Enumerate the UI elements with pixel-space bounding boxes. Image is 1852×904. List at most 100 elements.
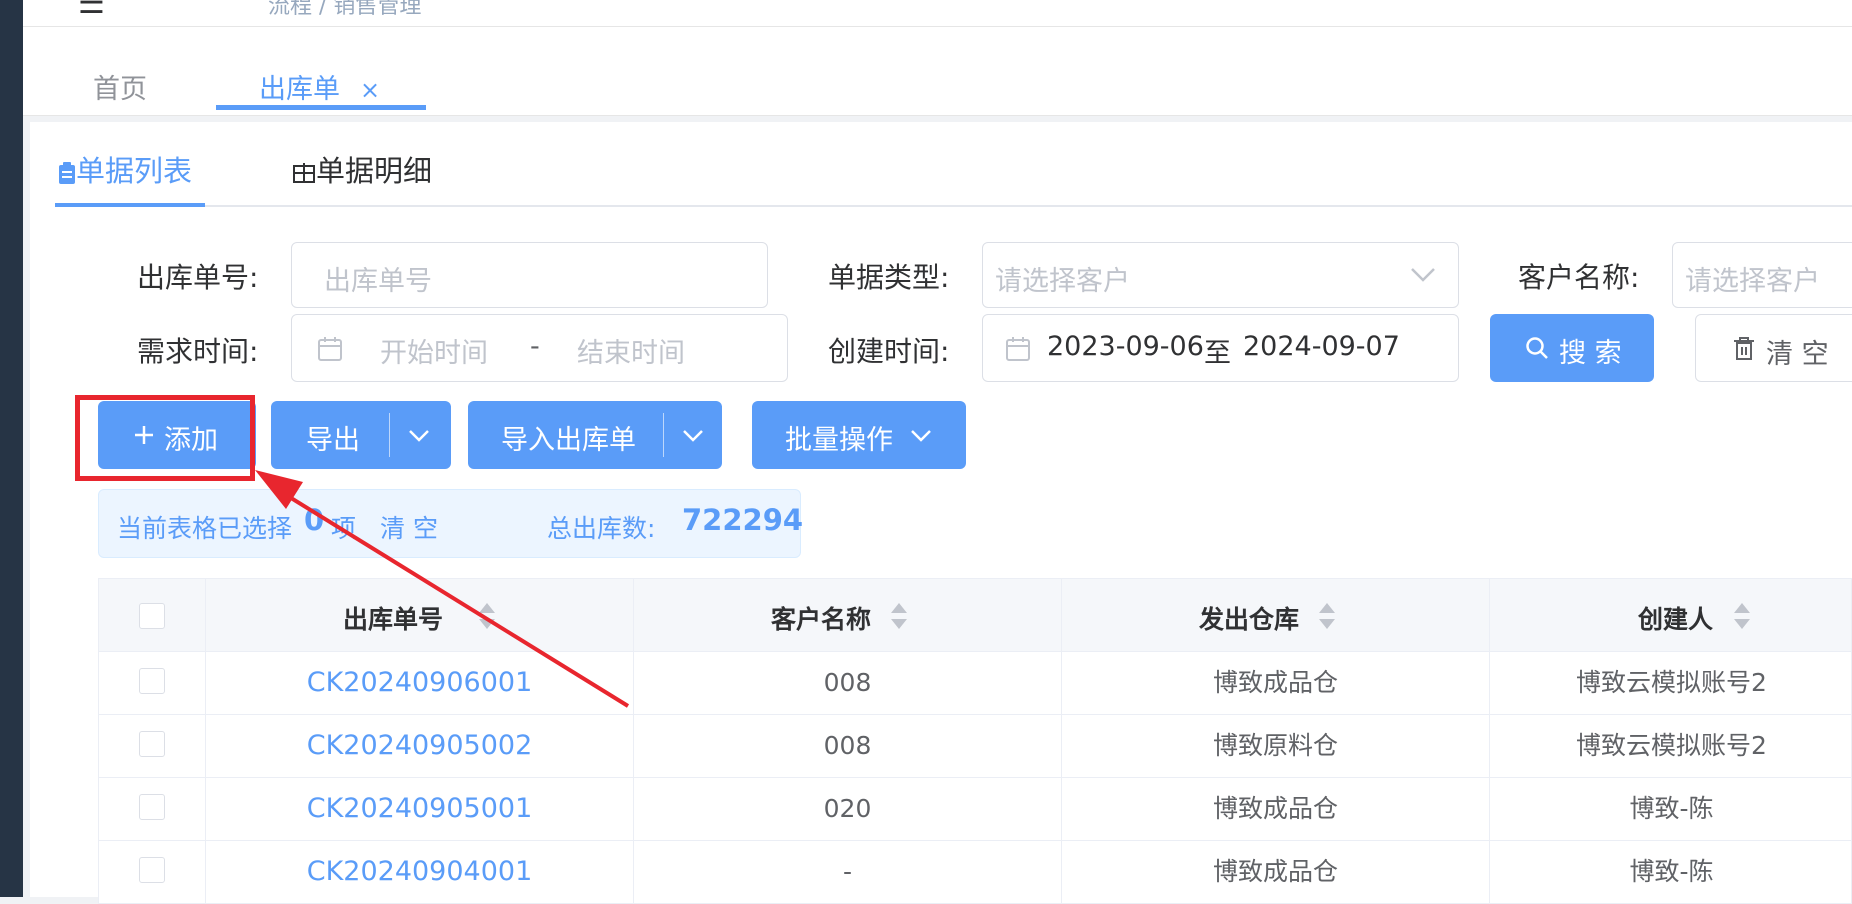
tab-outbound-order[interactable]: 出库单 ×: [259, 67, 380, 106]
row-checkbox[interactable]: [139, 731, 165, 757]
create-time-label: 创建时间:: [828, 335, 950, 368]
doc-type-select[interactable]: 请选择客户: [982, 242, 1459, 308]
import-outbound-button[interactable]: 导入出库单: [468, 401, 722, 469]
export-button-label: 导出: [306, 425, 360, 456]
customer-cell: -: [634, 841, 1062, 903]
chevron-down-icon[interactable]: [682, 429, 704, 443]
active-tab-indicator: [216, 105, 426, 110]
demand-end-placeholder: 结束时间: [577, 338, 685, 369]
creator-cell: 博致-陈: [1629, 794, 1714, 823]
sort-icon[interactable]: [478, 601, 496, 631]
total-outbound-label: 总出库数:: [547, 514, 656, 543]
customer-cell: 020: [634, 778, 1062, 840]
order-no-link[interactable]: CK20240905002: [206, 715, 634, 777]
table-row[interactable]: CK20240905002 008 博致原料仓 博致云模拟账号2: [98, 715, 1852, 778]
sort-icon[interactable]: [1733, 601, 1751, 631]
warehouse-cell: 博致成品仓: [1062, 841, 1490, 903]
table-header: 出库单号 客户名称 发出仓库 创建人: [98, 578, 1852, 653]
active-subtab-indicator: [55, 203, 205, 207]
row-checkbox[interactable]: [139, 857, 165, 883]
hamburger-icon[interactable]: ☰: [78, 0, 105, 21]
demand-start-placeholder: 开始时间: [380, 338, 488, 369]
demand-time-range[interactable]: 开始时间 - 结束时间: [291, 314, 788, 382]
creator-cell: 博致-陈: [1629, 857, 1714, 886]
subtab-doc-list[interactable]: 单据列表: [58, 148, 192, 190]
row-select-cell: [99, 715, 206, 777]
total-outbound-value: 722294: [682, 503, 804, 537]
top-navbar: ☰ 流程 / 销售管理: [23, 0, 1852, 27]
header-select-all-cell: [99, 579, 206, 653]
header-creator-label: 创建人: [1638, 605, 1714, 634]
customer-placeholder: 请选择客户: [1685, 266, 1820, 297]
search-button[interactable]: 搜 索: [1490, 314, 1654, 382]
row-select-cell: [99, 778, 206, 840]
subtab-doc-detail[interactable]: 单据明细: [292, 148, 432, 190]
customer-cell: 008: [634, 652, 1062, 714]
header-warehouse[interactable]: 发出仓库: [1062, 579, 1490, 653]
range-separator: -: [530, 331, 540, 362]
row-checkbox[interactable]: [139, 668, 165, 694]
header-creator[interactable]: 创建人: [1490, 579, 1852, 653]
table-row[interactable]: CK20240906001 008 博致成品仓 博致云模拟账号2: [98, 652, 1852, 715]
import-outbound-button-label: 导入出库单: [501, 425, 636, 456]
create-start-value: 2023-09-06: [1047, 331, 1204, 362]
order-no-link[interactable]: CK20240904001: [206, 841, 634, 903]
chevron-down-icon: [1411, 268, 1435, 282]
chevron-down-icon: [911, 430, 931, 442]
clear-button[interactable]: 清 空: [1695, 314, 1852, 382]
row-select-cell: [99, 652, 206, 714]
order-no-link[interactable]: CK20240905001: [206, 778, 634, 840]
header-customer[interactable]: 客户名称: [634, 579, 1062, 653]
warehouse-cell: 博致原料仓: [1062, 715, 1490, 777]
sort-icon[interactable]: [1318, 601, 1336, 631]
tags-view: 首页 出库单 ×: [23, 27, 1852, 116]
table-row[interactable]: CK20240905001 020 博致成品仓 博致-陈: [98, 778, 1852, 841]
clear-button-label: 清 空: [1766, 339, 1829, 370]
warehouse-cell: 博致成品仓: [1062, 652, 1490, 714]
create-end-value: 2024-09-07: [1243, 331, 1400, 362]
button-divider: [389, 413, 390, 457]
button-divider: [663, 413, 664, 457]
demand-time-label: 需求时间:: [137, 335, 259, 368]
batch-operation-button[interactable]: 批量操作: [752, 401, 966, 469]
table-icon: [293, 163, 315, 183]
breadcrumb: 流程 / 销售管理: [268, 0, 422, 19]
creator-cell: 博致云模拟账号2: [1576, 668, 1767, 697]
close-icon[interactable]: ×: [360, 76, 380, 104]
tab-home[interactable]: 首页: [93, 67, 147, 106]
selected-count: 0: [304, 503, 325, 537]
row-checkbox[interactable]: [139, 794, 165, 820]
order-no-placeholder: 出库单号: [324, 266, 432, 297]
order-no-link[interactable]: CK20240906001: [206, 652, 634, 714]
clear-selection-link[interactable]: 清 空: [380, 509, 438, 545]
customer-select[interactable]: 请选择客户: [1672, 242, 1852, 308]
header-order-no-label: 出库单号: [343, 605, 444, 634]
chevron-down-icon[interactable]: [408, 429, 430, 443]
batch-operation-button-label: 批量操作: [785, 425, 893, 456]
customer-cell: 008: [634, 715, 1062, 777]
clipboard-icon: [59, 162, 75, 184]
calendar-icon: [318, 337, 342, 361]
subtab-doc-detail-label: 单据明细: [316, 154, 433, 188]
export-button[interactable]: 导出: [271, 401, 451, 469]
header-order-no[interactable]: 出库单号: [206, 579, 634, 653]
table-row[interactable]: CK20240904001 - 博致成品仓 博致-陈: [98, 841, 1852, 904]
tab-outbound-order-label: 出库单: [259, 74, 340, 105]
select-all-checkbox[interactable]: [139, 603, 165, 629]
selected-suffix: 项: [331, 514, 357, 543]
create-time-range[interactable]: 2023-09-06 至 2024-09-07: [982, 314, 1459, 382]
sidebar-edge: [0, 0, 23, 897]
selection-info-bar: 当前表格已选择 0 项 清 空 总出库数: 722294: [98, 489, 804, 558]
header-customer-label: 客户名称: [771, 605, 872, 634]
doc-type-label: 单据类型:: [828, 261, 950, 294]
order-no-label: 出库单号:: [137, 261, 259, 294]
row-select-cell: [99, 841, 206, 903]
sort-icon[interactable]: [890, 601, 908, 631]
warehouse-cell: 博致成品仓: [1062, 778, 1490, 840]
order-no-input[interactable]: 出库单号: [291, 242, 768, 308]
subtab-doc-list-label: 单据列表: [76, 154, 193, 188]
trash-icon: [1734, 337, 1754, 360]
creator-cell: 博致云模拟账号2: [1576, 731, 1767, 760]
customer-label: 客户名称:: [1518, 261, 1640, 294]
header-warehouse-label: 发出仓库: [1199, 605, 1300, 634]
